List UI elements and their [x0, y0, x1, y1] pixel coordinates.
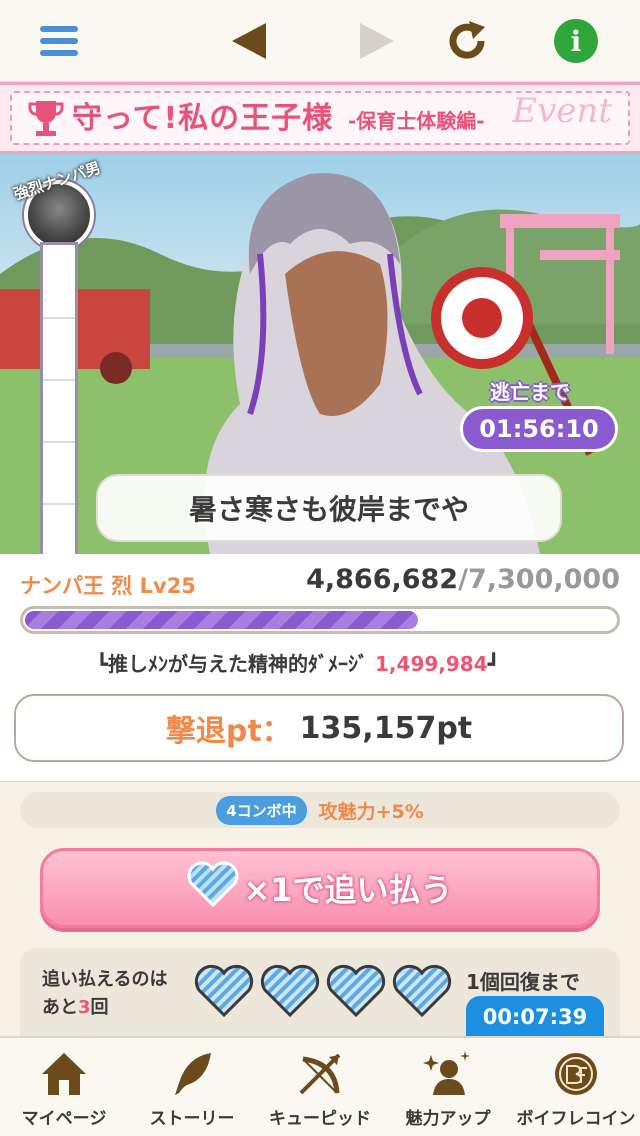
combo-badge: 4コンボ中: [216, 795, 307, 825]
hp-bar: [20, 606, 620, 634]
repel-points-label: 撃退pt：: [165, 714, 292, 749]
top-bar: i: [0, 0, 640, 82]
event-word: Event: [512, 91, 612, 131]
info-icon[interactable]: i: [554, 19, 598, 63]
nav-item-charm-up[interactable]: 魅力アップ: [384, 1038, 512, 1136]
repel-button[interactable]: ×1で追い払う: [40, 848, 600, 928]
remaining-label: 追い払えるのは あと3回: [42, 966, 167, 1022]
escape-gauge: [40, 242, 78, 554]
nav-label: マイページ: [21, 1109, 107, 1129]
heart-icon: [326, 964, 386, 1022]
combo-bonus: 攻魅力+5%: [318, 800, 424, 823]
hp-max: /7,300,000: [458, 564, 620, 595]
damage-value: 1,499,984: [375, 652, 488, 676]
back-arrow-icon[interactable]: [226, 18, 272, 64]
nav-item-mypage[interactable]: マイページ: [0, 1038, 128, 1136]
trophy-icon: [28, 99, 64, 143]
event-title: 守って!私の王子様: [72, 101, 334, 136]
nav-label: ストーリー: [149, 1109, 235, 1129]
nav-item-coin[interactable]: ボイフレコイン: [512, 1038, 640, 1136]
heart-stock: [194, 964, 452, 1022]
remaining-line1: 追い払えるのは: [42, 969, 168, 990]
gauge-divider: [43, 379, 75, 381]
person-sparkle-icon: [422, 1048, 474, 1100]
remaining-count: 3: [78, 997, 91, 1018]
gauge-divider: [43, 317, 75, 319]
heart-icon: [260, 964, 320, 1022]
heart-icon: [187, 861, 239, 915]
hp-current: 4,866,682: [306, 564, 459, 595]
damage-label: ┗推しﾒﾝが与えた精神的ﾀﾞﾒｰｼﾞ: [96, 652, 369, 676]
quill-icon: [166, 1048, 218, 1100]
recover-label: 1個回復まで: [466, 970, 580, 994]
coin-icon: [550, 1048, 602, 1100]
damage-line: ┗推しﾒﾝが与えた精神的ﾀﾞﾒｰｼﾞ 1,499,984┛: [96, 648, 500, 677]
bow-arrow-icon: [294, 1048, 346, 1100]
gauge-divider: [43, 503, 75, 505]
bottom-nav: マイページ ストーリー キューピッド 魅力アップ ボイフレコイン: [0, 1036, 640, 1136]
reload-icon[interactable]: [444, 18, 490, 64]
heart-icon: [392, 964, 452, 1022]
forward-arrow-icon[interactable]: [354, 18, 400, 64]
escape-timer-label: 逃亡まで: [490, 380, 570, 404]
repel-button-label: ×1で追い払う: [243, 871, 453, 909]
hp-fill: [25, 611, 418, 629]
battle-status: ナンパ王 烈 Lv25 4,866,682/7,300,000 ┗推しﾒﾝが与え…: [0, 554, 640, 782]
remaining-suffix: 回: [90, 997, 109, 1018]
remaining-panel: 追い払えるのは あと3回 1個回復まで 00:07:39: [20, 948, 620, 1038]
hero-scene: 強烈ナンパ男 逃亡まで 01:56:10 暑さ寒さも彼岸までや: [0, 154, 640, 554]
hamburger-icon[interactable]: [36, 18, 82, 64]
remaining-line2: あと3回: [42, 994, 167, 1022]
repel-points-box: 撃退pt： 135,157pt: [14, 694, 624, 762]
home-icon: [38, 1048, 90, 1100]
info-glyph: i: [570, 24, 582, 58]
gauge-divider: [43, 441, 75, 443]
hp-readout: 4,866,682/7,300,000: [306, 564, 620, 595]
recover-timer: 00:07:39: [466, 996, 604, 1038]
event-subtitle: -保育士体験編-: [348, 109, 485, 133]
repel-points-value: 135,157pt: [299, 710, 473, 746]
speech-bubble: 暑さ寒さも彼岸までや: [96, 474, 562, 542]
nav-label: キューピッド: [269, 1109, 371, 1129]
nav-item-story[interactable]: ストーリー: [128, 1038, 256, 1136]
enemy-name: ナンパ王 烈 Lv25: [20, 574, 196, 598]
heart-icon: [194, 964, 254, 1022]
nav-label: ボイフレコイン: [516, 1109, 636, 1129]
remaining-prefix: あと: [42, 997, 78, 1018]
event-banner[interactable]: 守って!私の王子様 -保育士体験編- Event: [0, 82, 640, 154]
escape-timer: 01:56:10: [460, 406, 618, 452]
combo-bar: 4コンボ中 攻魅力+5%: [20, 792, 620, 828]
damage-end: ┛: [487, 652, 500, 676]
nav-label: 魅力アップ: [405, 1109, 491, 1129]
nav-item-cupid[interactable]: キューピッド: [256, 1038, 384, 1136]
